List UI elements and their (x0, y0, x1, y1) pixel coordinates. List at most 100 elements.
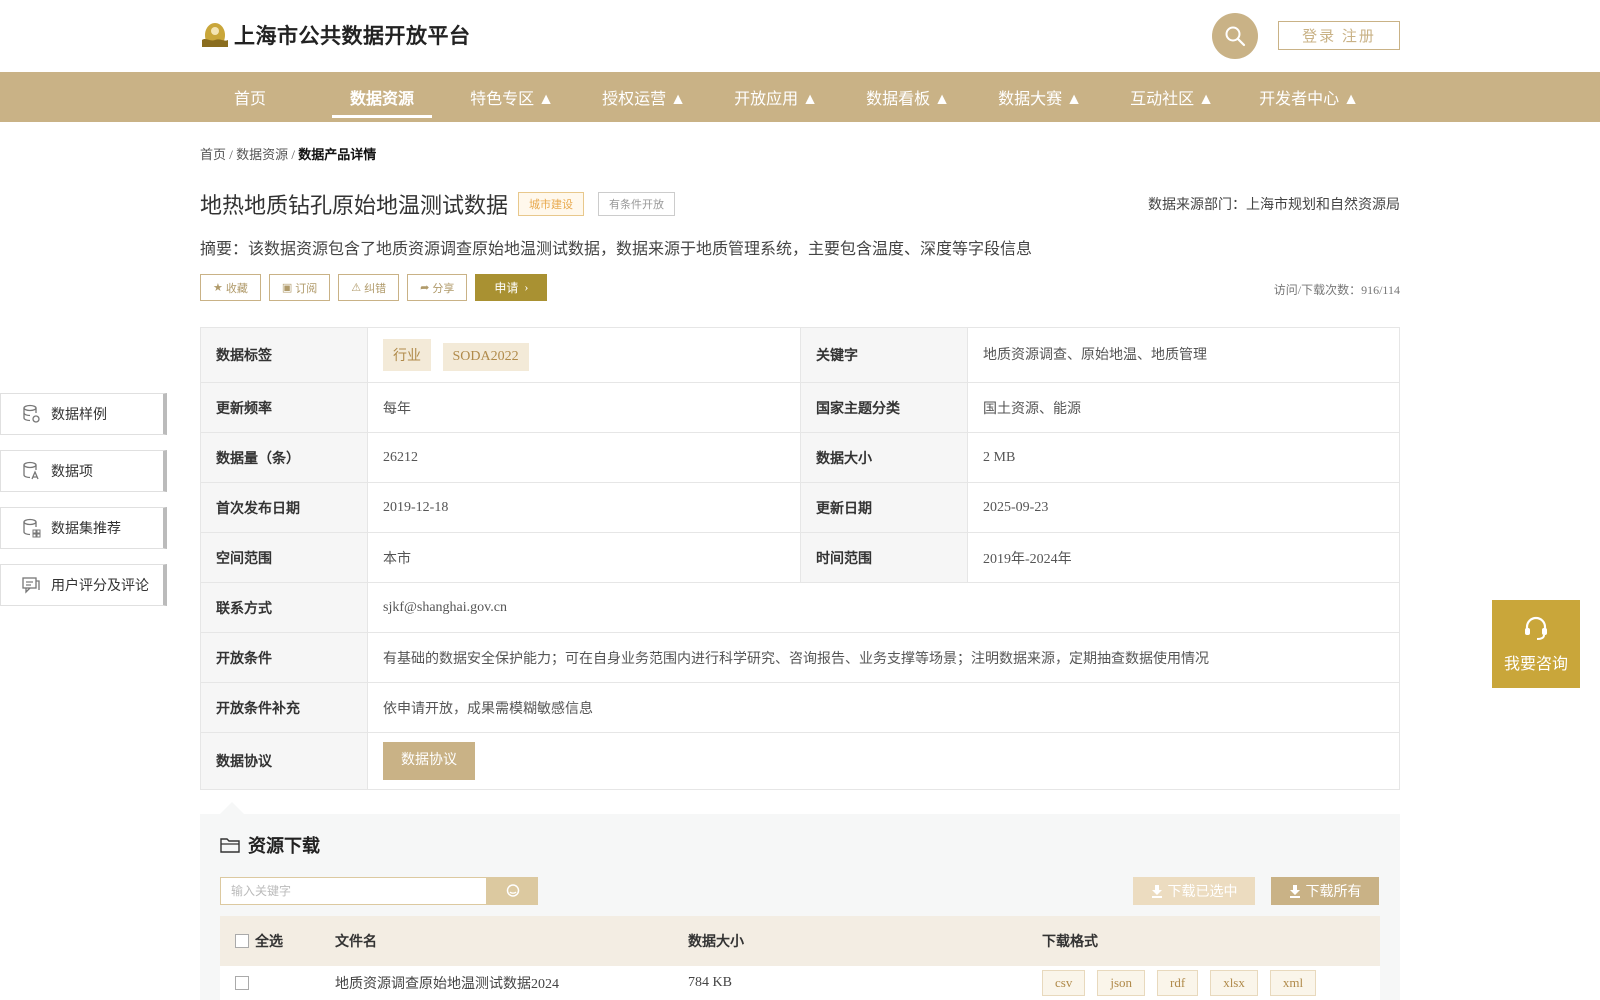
favorite-button[interactable]: ★ 收藏 (200, 274, 261, 301)
action-bar: ★ 收藏 ▣ 订阅 ⚠ 纠错 ➦ 分享 申请 › (200, 274, 548, 301)
dataset-title: 地热地质钻孔原始地温测试数据 (200, 193, 509, 218)
consult-label: 我要咨询 (1503, 656, 1568, 673)
bookmark-icon: ▣ (281, 282, 293, 294)
data-tag[interactable]: 行业 (383, 339, 431, 371)
login-register-button[interactable]: 登录 注册 (1278, 21, 1400, 50)
select-all-label: 全选 (255, 935, 283, 950)
nav-dashboard[interactable]: 数据看板 ▲ (858, 72, 958, 122)
cond-extra-value: 依申请开放，成果需模糊敏感信息 (367, 682, 1400, 733)
row-select-cell (235, 966, 255, 1000)
comment-icon (22, 577, 40, 594)
nav-home[interactable]: 首页 (210, 72, 290, 122)
panel-caret (220, 802, 244, 814)
nav-featured[interactable]: 特色专区 ▲ (462, 72, 562, 122)
theme-value: 国土资源、能源 (967, 382, 1400, 433)
table-row: 空间范围 本市 时间范围 2019年-2024年 (200, 532, 1400, 583)
table-row: 联系方式 sjkf@shanghai.gov.cn (200, 582, 1400, 633)
cond-extra-label: 开放条件补充 (200, 682, 368, 733)
freq-value: 每年 (367, 382, 801, 433)
nav-authorized-ops[interactable]: 授权运营 ▲ (594, 72, 694, 122)
format-csv-button[interactable]: csv (1042, 970, 1086, 996)
format-xlsx-button[interactable]: xlsx (1210, 970, 1258, 996)
cond-label: 开放条件 (200, 632, 368, 683)
category-tag: 城市建设 (518, 192, 584, 216)
download-title: 资源下载 (220, 832, 320, 858)
site-logo[interactable]: 上海市公共数据开放平台 (200, 20, 471, 50)
search-icon (1225, 26, 1246, 47)
format-json-button[interactable]: json (1097, 970, 1146, 996)
access-tag: 有条件开放 (598, 192, 675, 216)
table-row: 数据标签 行业 SODA2022 关键字 地质资源调查、原始地温、地质管理 (200, 327, 1400, 383)
download-all-label: 下载所有 (1305, 885, 1362, 900)
apply-button[interactable]: 申请 › (475, 274, 548, 301)
consult-button[interactable]: 我要咨询 (1492, 600, 1580, 688)
breadcrumb-resources[interactable]: 数据资源 (236, 147, 288, 162)
keywords-label: 关键字 (800, 327, 968, 383)
breadcrumb: 首页 / 数据资源 / 数据产品详情 (200, 144, 376, 163)
first-pub-label: 首次发布日期 (200, 482, 368, 533)
breadcrumb-home[interactable]: 首页 (200, 147, 226, 162)
subscribe-label: 订阅 (295, 282, 318, 295)
format-rdf-button[interactable]: rdf (1157, 970, 1199, 996)
time-label: 时间范围 (800, 532, 968, 583)
nav-open-apps[interactable]: 开放应用 ▲ (726, 72, 826, 122)
row-checkbox[interactable] (235, 976, 249, 990)
subscribe-button[interactable]: ▣ 订阅 (268, 274, 331, 301)
nav-data-resources[interactable]: 数据资源 (332, 72, 432, 122)
side-item-label: 数据集推荐 (51, 522, 121, 537)
side-item-data-items[interactable]: 数据项 (0, 450, 167, 492)
table-row: 开放条件 有基础的数据安全保护能力；可在自身业务范围内进行科学研究、咨询报告、业… (200, 632, 1400, 683)
count-value: 26212 (367, 432, 801, 483)
col-filename: 文件名 (335, 935, 377, 950)
time-value: 2019年-2024年 (967, 532, 1400, 583)
table-row: 首次发布日期 2019-12-18 更新日期 2025-09-23 (200, 482, 1400, 533)
side-item-label: 数据项 (51, 465, 93, 480)
nav-developer[interactable]: 开发者中心 ▲ (1254, 72, 1364, 122)
breadcrumb-sep: / (291, 147, 296, 162)
file-search-input[interactable] (220, 877, 487, 905)
main-nav: 首页 数据资源 特色专区 ▲ 授权运营 ▲ 开放应用 ▲ 数据看板 ▲ 数据大赛… (0, 72, 1600, 122)
format-xml-button[interactable]: xml (1269, 970, 1317, 996)
dataset-info-table: 数据标签 行业 SODA2022 关键字 地质资源调查、原始地温、地质管理 更新… (200, 327, 1400, 790)
cond-value: 有基础的数据安全保护能力；可在自身业务范围内进行科学研究、咨询报告、业务支撑等场… (367, 632, 1400, 683)
warning-icon: ⚠ (351, 282, 362, 294)
breadcrumb-current: 数据产品详情 (298, 147, 377, 162)
folder-icon (220, 838, 240, 853)
file-name[interactable]: 地质资源调查原始地温测试数据2024 (335, 966, 559, 1000)
top-header: 上海市公共数据开放平台 登录 注册 (0, 0, 1600, 72)
table-row: 开放条件补充 依申请开放，成果需模糊敏感信息 (200, 682, 1400, 733)
side-item-label: 数据样例 (51, 408, 107, 423)
correct-label: 纠错 (364, 282, 387, 295)
correct-button[interactable]: ⚠ 纠错 (338, 274, 400, 301)
contact-value: sjkf@shanghai.gov.cn (367, 582, 1400, 633)
download-all-button[interactable]: 下载所有 (1271, 877, 1379, 905)
agreement-button[interactable]: 数据协议 (383, 742, 475, 780)
search-icon (506, 884, 519, 897)
side-item-comments[interactable]: 用户评分及评论 (0, 564, 167, 606)
share-label: 分享 (432, 282, 455, 295)
file-table-header: 全选 文件名 数据大小 下载格式 (220, 916, 1380, 966)
side-item-label: 用户评分及评论 (51, 579, 149, 594)
update-value: 2025-09-23 (967, 482, 1400, 533)
visit-download-count: 访问/下载次数：916/114 (1273, 283, 1400, 297)
download-selected-label: 下载已选中 (1167, 885, 1238, 900)
search-button[interactable] (1212, 13, 1258, 59)
space-label: 空间范围 (200, 532, 368, 583)
file-search-button[interactable] (487, 877, 538, 905)
breadcrumb-sep: / (229, 147, 233, 162)
data-tag[interactable]: SODA2022 (442, 343, 529, 371)
headset-icon (1525, 616, 1547, 640)
select-all-cell: 全选 (235, 916, 283, 966)
agreement-label: 数据协议 (200, 732, 368, 790)
share-button[interactable]: ➦ 分享 (407, 274, 468, 301)
database-grid-icon (23, 518, 41, 538)
download-icon (1151, 885, 1162, 898)
download-selected-button[interactable]: 下载已选中 (1133, 877, 1255, 905)
file-size: 784 KB (688, 975, 732, 990)
star-icon: ★ (213, 282, 223, 294)
side-item-recommend[interactable]: 数据集推荐 (0, 507, 167, 549)
side-item-sample[interactable]: 数据样例 (0, 393, 167, 435)
nav-community[interactable]: 互动社区 ▲ (1122, 72, 1222, 122)
select-all-checkbox[interactable] (235, 934, 249, 948)
nav-contest[interactable]: 数据大赛 ▲ (990, 72, 1090, 122)
